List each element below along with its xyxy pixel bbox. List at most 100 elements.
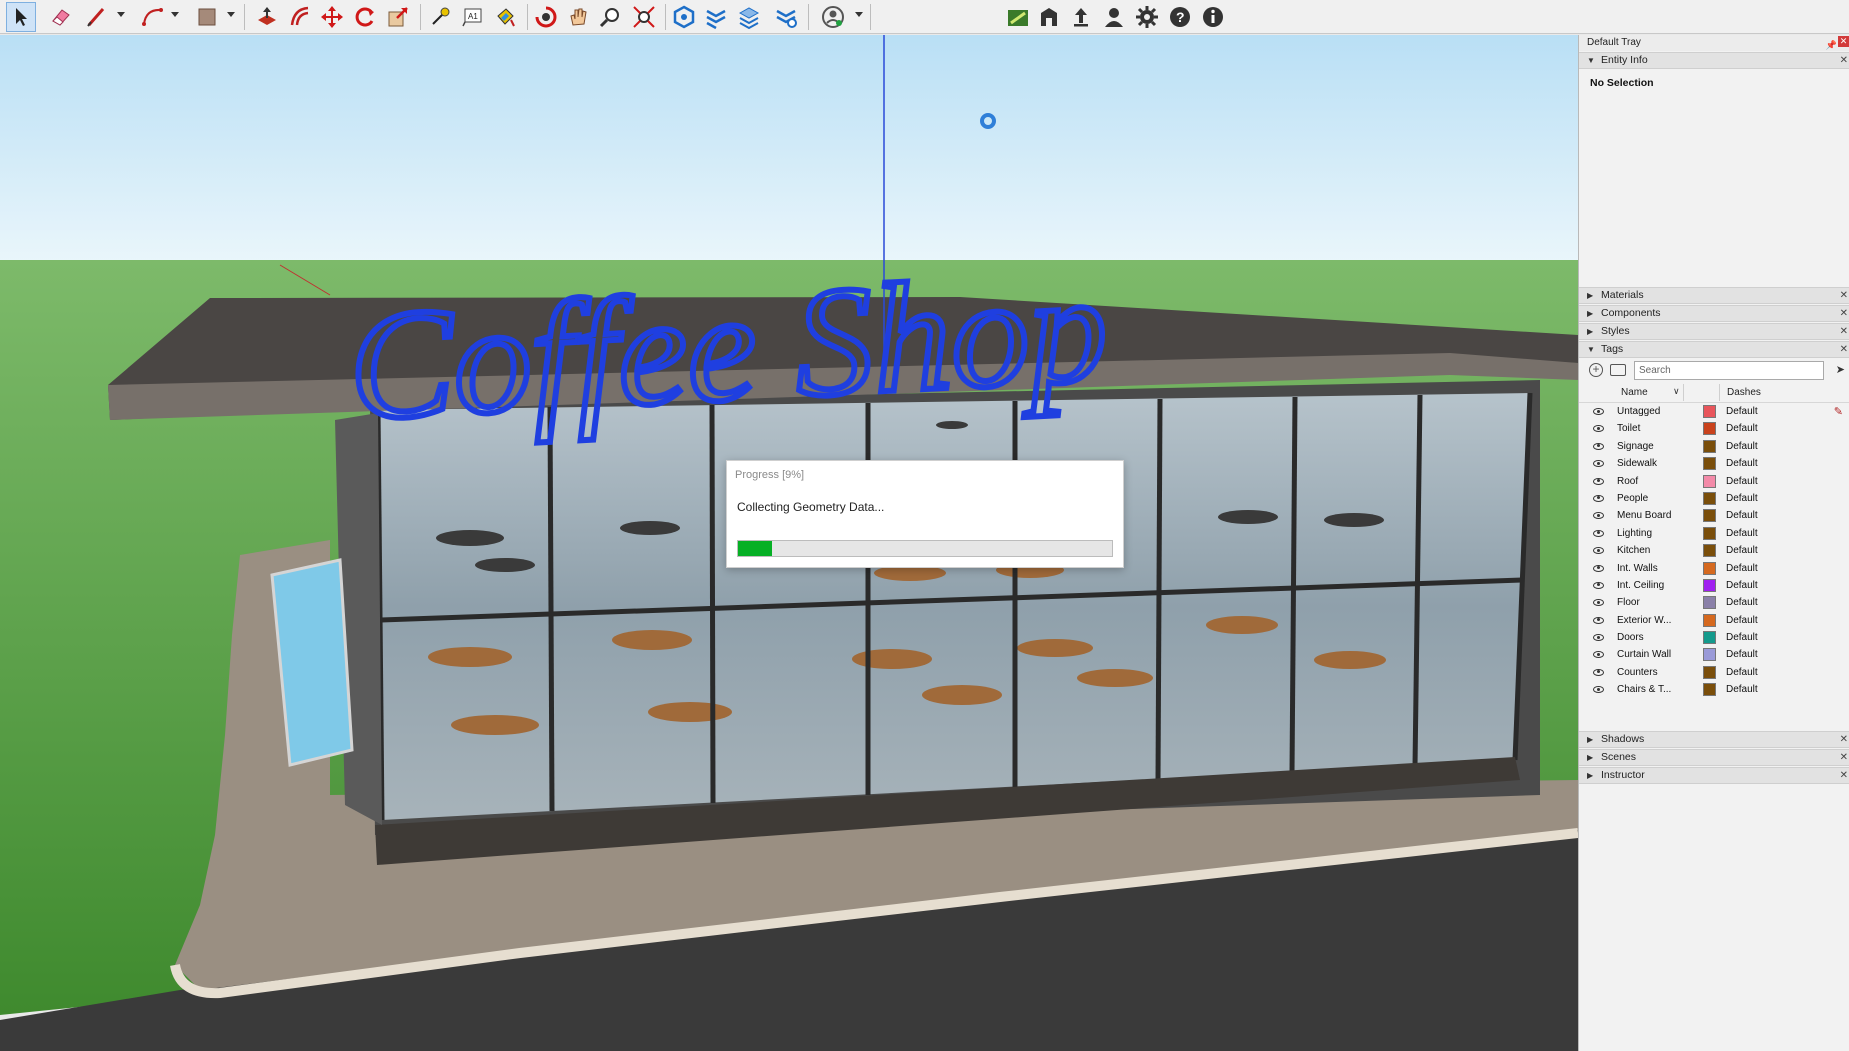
eraser-tool-icon[interactable] <box>46 2 76 32</box>
panel-close-icon[interactable]: ✕ <box>1840 732 1848 747</box>
select-tool-icon[interactable] <box>6 2 36 32</box>
tag-name[interactable]: Menu Board <box>1617 510 1681 521</box>
visibility-eye-icon[interactable] <box>1593 494 1604 502</box>
tag-row[interactable]: People Default <box>1579 491 1849 508</box>
tag-color-swatch[interactable] <box>1703 474 1716 488</box>
sort-chevron-icon[interactable]: ∨ <box>1673 386 1680 397</box>
section-cut-tool-icon[interactable] <box>701 2 731 32</box>
visibility-eye-icon[interactable] <box>1593 442 1604 450</box>
visibility-eye-icon[interactable] <box>1593 529 1604 537</box>
scale-tool-icon[interactable] <box>383 2 413 32</box>
tag-name[interactable]: Floor <box>1617 597 1681 608</box>
panel-header-styles[interactable]: ▶ Styles ✕ <box>1579 323 1849 340</box>
panel-header-shadows[interactable]: ▶ Shadows ✕ <box>1579 731 1849 748</box>
tag-dashes[interactable]: Default <box>1726 493 1758 504</box>
tag-row[interactable]: Signage Default <box>1579 439 1849 456</box>
tag-dashes[interactable]: Default <box>1726 458 1758 469</box>
tag-name[interactable]: Kitchen <box>1617 545 1681 556</box>
tag-color-swatch[interactable] <box>1703 683 1716 697</box>
panel-header-scenes[interactable]: ▶ Scenes ✕ <box>1579 749 1849 766</box>
visibility-eye-icon[interactable] <box>1593 651 1604 659</box>
tag-color-swatch[interactable] <box>1703 631 1716 645</box>
zoom-extents-tool-icon[interactable] <box>629 2 659 32</box>
tag-name[interactable]: Doors <box>1617 632 1681 643</box>
visibility-eye-icon[interactable] <box>1593 599 1604 607</box>
add-tag-folder-icon[interactable] <box>1610 364 1626 376</box>
tag-name[interactable]: Toilet <box>1617 423 1681 434</box>
column-dashes[interactable]: Dashes <box>1727 387 1761 398</box>
account-dropdown-icon[interactable] <box>855 12 863 17</box>
tag-color-swatch[interactable] <box>1703 561 1716 575</box>
tag-color-swatch[interactable] <box>1703 439 1716 453</box>
panel-close-icon[interactable]: ✕ <box>1840 750 1848 765</box>
tape-measure-tool-icon[interactable] <box>425 2 455 32</box>
panel-header-instructor[interactable]: ▶ Instructor ✕ <box>1579 767 1849 784</box>
visibility-eye-icon[interactable] <box>1593 512 1604 520</box>
panel-header-components[interactable]: ▶ Components ✕ <box>1579 305 1849 322</box>
tag-dashes[interactable]: Default <box>1726 528 1758 539</box>
tag-color-swatch[interactable] <box>1703 665 1716 679</box>
tag-color-swatch[interactable] <box>1703 526 1716 540</box>
tag-name[interactable]: Counters <box>1617 667 1681 678</box>
column-name[interactable]: Name <box>1621 387 1648 398</box>
offset-tool-icon[interactable] <box>285 2 315 32</box>
pan-tool-icon[interactable] <box>563 2 593 32</box>
tag-name[interactable]: People <box>1617 493 1681 504</box>
tag-dashes[interactable]: Default <box>1726 667 1758 678</box>
visibility-eye-icon[interactable] <box>1593 547 1604 555</box>
shapes-tool-dropdown-icon[interactable] <box>227 12 235 17</box>
3d-viewport[interactable]: Coffee Shop Progress [9%] Collecting Geo… <box>0 35 1578 1051</box>
arc-tool-dropdown-icon[interactable] <box>171 12 179 17</box>
tag-dashes[interactable]: Default <box>1726 580 1758 591</box>
tag-color-swatch[interactable] <box>1703 422 1716 436</box>
tag-row[interactable]: Toilet Default <box>1579 421 1849 438</box>
tray-close-icon[interactable]: ✕ <box>1838 36 1849 47</box>
tag-dashes[interactable]: Default <box>1726 476 1758 487</box>
tag-row[interactable]: Doors Default <box>1579 630 1849 647</box>
tag-dashes[interactable]: Default <box>1726 649 1758 660</box>
tag-color-swatch[interactable] <box>1703 596 1716 610</box>
visibility-eye-icon[interactable] <box>1593 477 1604 485</box>
profile-icon[interactable] <box>1099 2 1129 32</box>
info-icon[interactable] <box>1198 2 1228 32</box>
visibility-eye-icon[interactable] <box>1593 686 1604 694</box>
shapes-tool-icon[interactable] <box>192 2 222 32</box>
tag-name[interactable]: Int. Walls <box>1617 563 1681 574</box>
visibility-eye-icon[interactable] <box>1593 460 1604 468</box>
upload-icon[interactable] <box>1066 2 1096 32</box>
display-section-tool-icon[interactable] <box>771 2 801 32</box>
visibility-eye-icon[interactable] <box>1593 668 1604 676</box>
panel-close-icon[interactable]: ✕ <box>1840 324 1848 339</box>
tag-dashes[interactable]: Default <box>1726 632 1758 643</box>
visibility-eye-icon[interactable] <box>1593 634 1604 642</box>
tag-color-swatch[interactable] <box>1703 457 1716 471</box>
account-tool-icon[interactable] <box>818 2 848 32</box>
line-tool-icon[interactable] <box>82 2 112 32</box>
tag-dashes[interactable]: Default <box>1726 423 1758 434</box>
tag-name[interactable]: Curtain Wall <box>1617 649 1681 660</box>
zoom-tool-icon[interactable] <box>596 2 626 32</box>
tag-row[interactable]: Roof Default <box>1579 474 1849 491</box>
visibility-eye-icon[interactable] <box>1593 581 1604 589</box>
panel-close-icon[interactable]: ✕ <box>1840 53 1848 68</box>
settings-icon[interactable] <box>1132 2 1162 32</box>
visibility-eye-icon[interactable] <box>1593 408 1604 415</box>
tag-dashes[interactable]: Default <box>1726 510 1758 521</box>
help-icon[interactable]: ? <box>1165 2 1195 32</box>
tag-row[interactable]: Lighting Default <box>1579 526 1849 543</box>
tag-dashes[interactable]: Default <box>1726 406 1758 417</box>
tag-dashes[interactable]: Default <box>1726 597 1758 608</box>
tag-row[interactable]: Counters Default <box>1579 665 1849 682</box>
panel-close-icon[interactable]: ✕ <box>1840 342 1848 357</box>
tag-row[interactable]: Kitchen Default <box>1579 543 1849 560</box>
tag-name[interactable]: Exterior W... <box>1617 615 1681 626</box>
visibility-eye-icon[interactable] <box>1593 616 1604 624</box>
tag-row[interactable]: Untagged Default ✎ <box>1579 404 1849 421</box>
tag-name[interactable]: Lighting <box>1617 528 1681 539</box>
tag-dashes[interactable]: Default <box>1726 441 1758 452</box>
tag-row[interactable]: Int. Ceiling Default <box>1579 578 1849 595</box>
paint-bucket-tool-icon[interactable] <box>490 2 520 32</box>
details-arrow-icon[interactable]: ➤ <box>1836 363 1845 376</box>
panel-header-entity-info[interactable]: ▼ Entity Info ✕ <box>1579 52 1849 69</box>
panel-header-tags[interactable]: ▼ Tags ✕ <box>1579 341 1849 358</box>
